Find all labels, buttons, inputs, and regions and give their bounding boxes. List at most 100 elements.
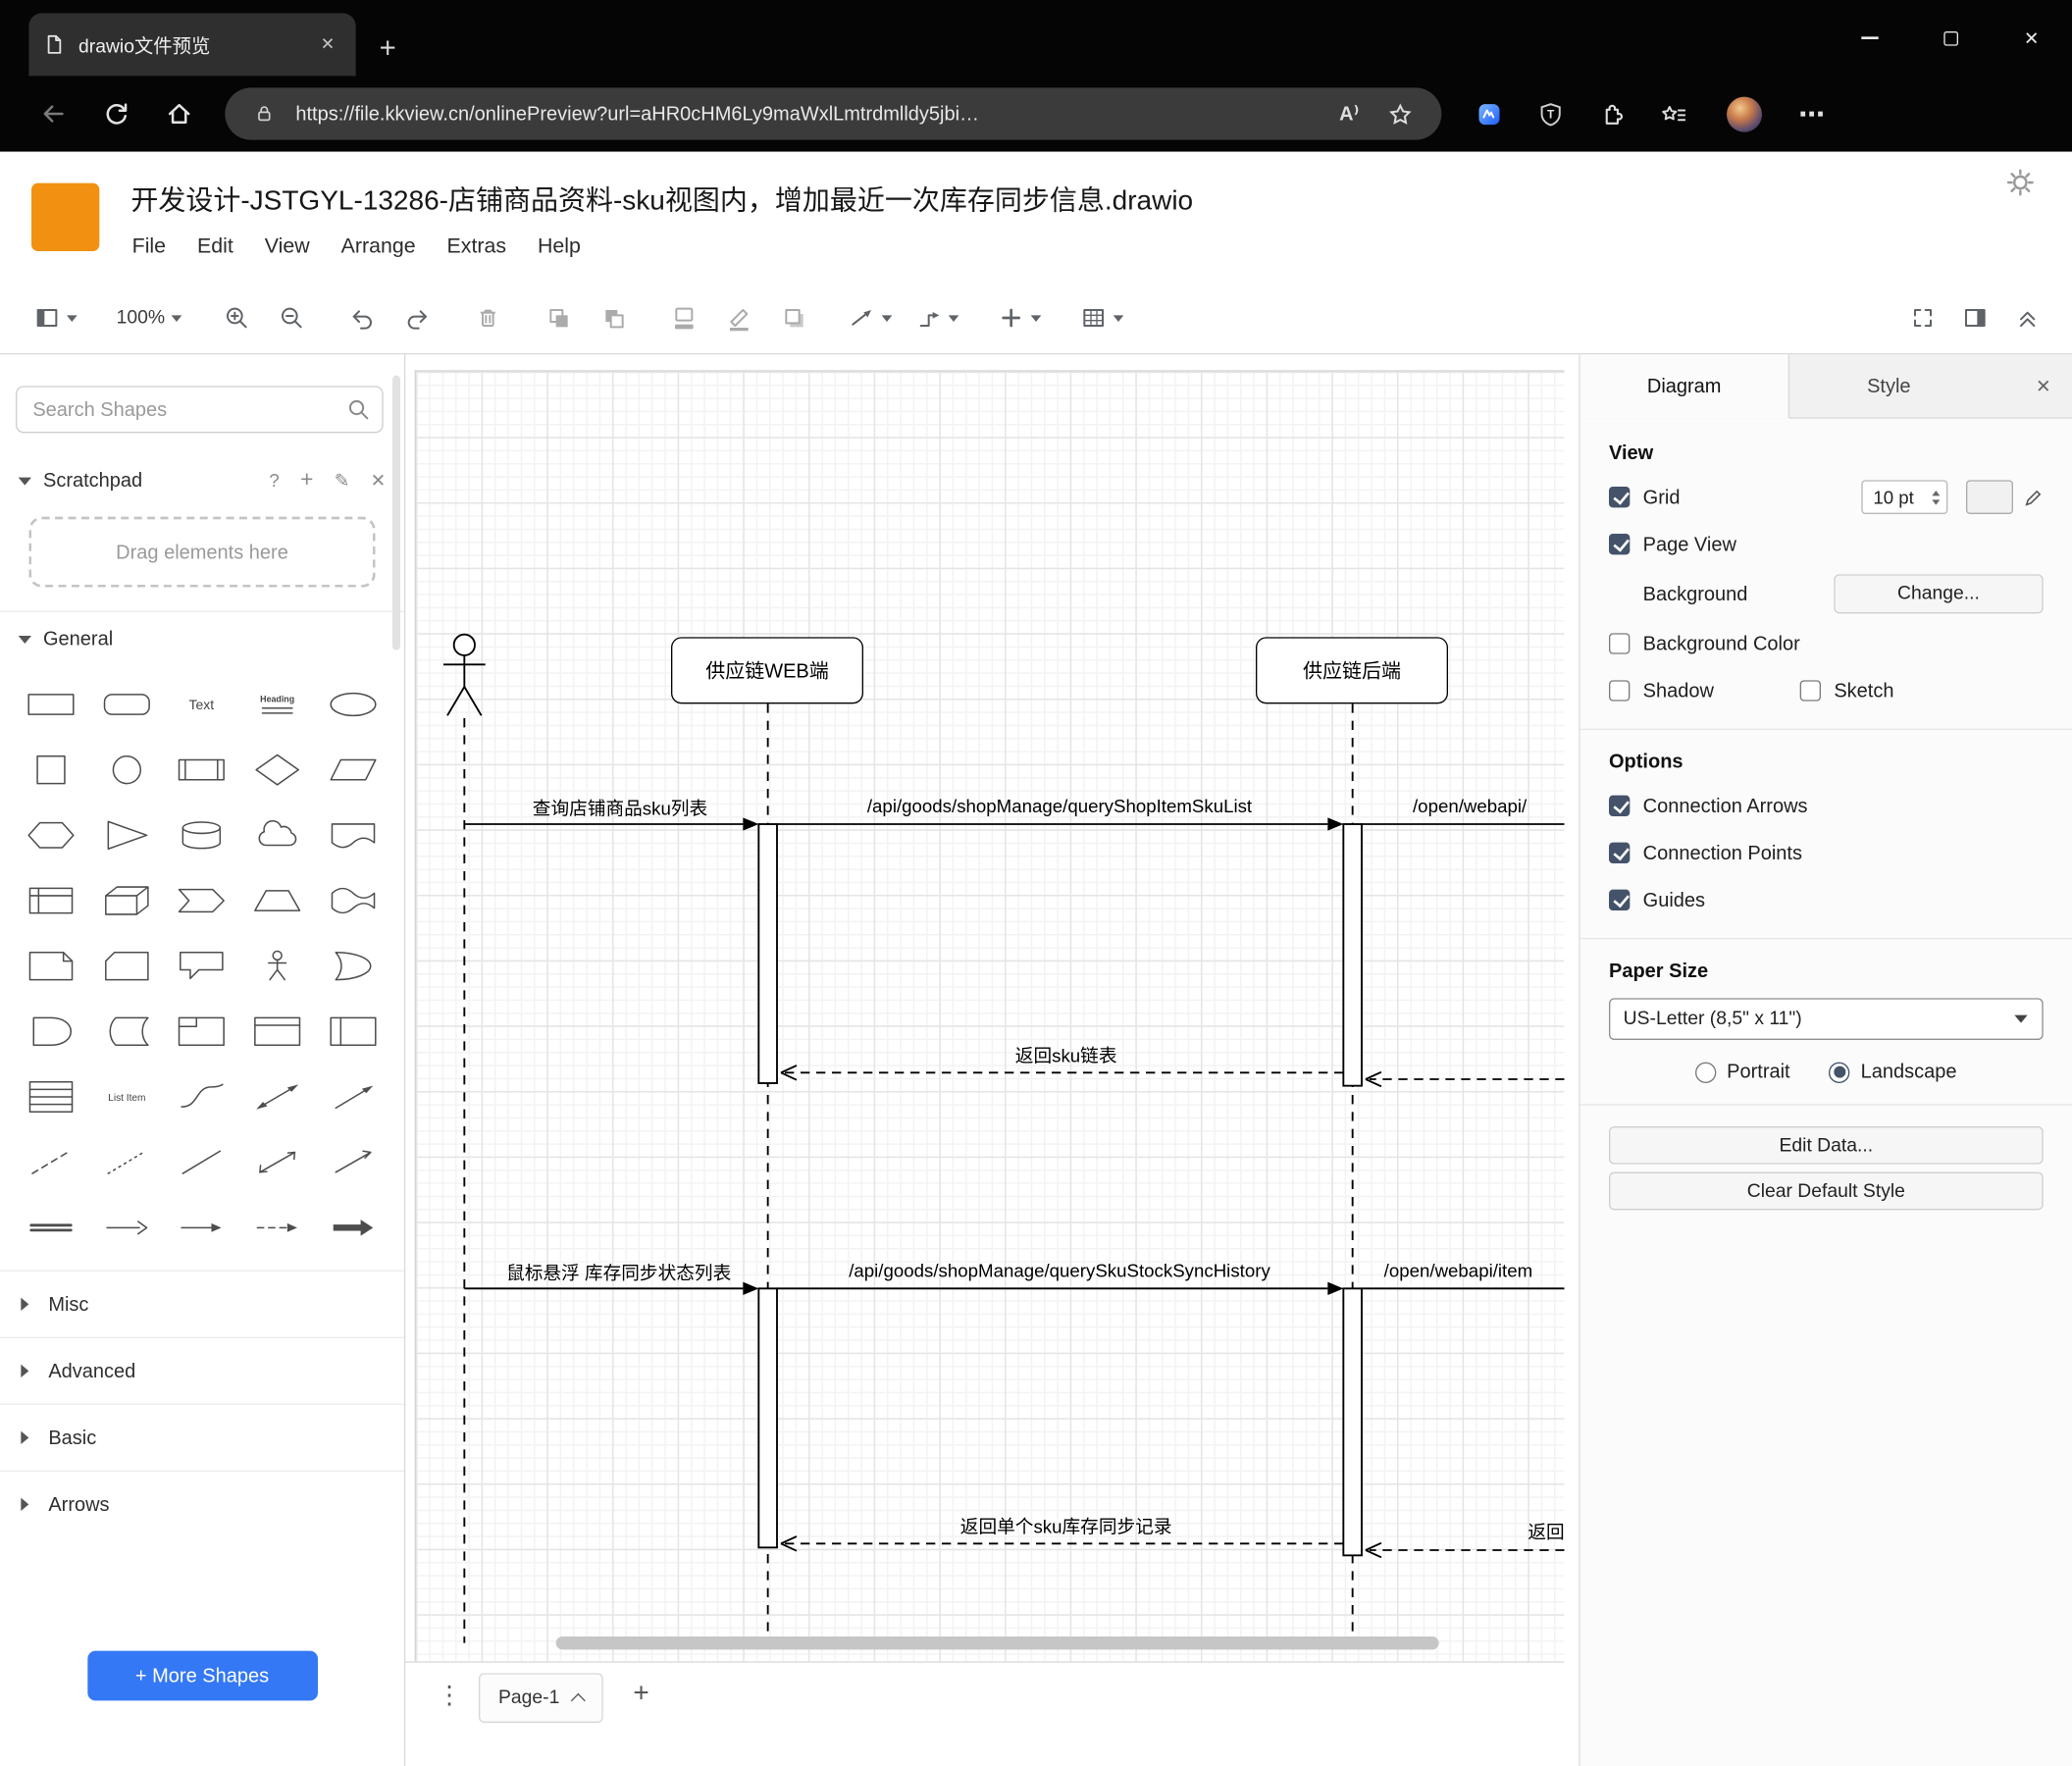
view-panels-button[interactable]: [34, 299, 78, 336]
message-label[interactable]: /open/webapi/item: [1384, 1260, 1533, 1280]
home-button[interactable]: [165, 99, 193, 128]
redo-button[interactable]: [401, 299, 433, 336]
window-close-button[interactable]: ✕: [1991, 0, 2072, 76]
shape-thin-arrow[interactable]: [164, 1194, 239, 1260]
scratchpad-edit-icon[interactable]: ✎: [335, 469, 350, 492]
shape-and[interactable]: [13, 998, 88, 1064]
scratchpad-add-icon[interactable]: +: [300, 467, 313, 493]
shape-square[interactable]: [13, 737, 88, 803]
scratchpad-help-icon[interactable]: ?: [269, 470, 279, 491]
tab-diagram[interactable]: Diagram: [1580, 354, 1789, 419]
shape-step[interactable]: [164, 867, 239, 933]
stepper-down-icon[interactable]: [1932, 498, 1941, 504]
shape-heading[interactable]: Heading: [240, 671, 316, 737]
shape-list-item[interactable]: List Item: [88, 1064, 164, 1129]
zoom-in-button[interactable]: [221, 299, 252, 336]
menu-edit[interactable]: Edit: [197, 235, 233, 259]
menu-file[interactable]: File: [132, 235, 166, 259]
shape-list[interactable]: [13, 1064, 88, 1129]
shape-dashed-line[interactable]: [13, 1129, 88, 1195]
background-color-checkbox[interactable]: [1608, 633, 1631, 654]
section-arrows[interactable]: Arrows: [0, 1470, 404, 1537]
shape-rounded-rectangle[interactable]: [88, 671, 164, 737]
shape-vertical-container[interactable]: [240, 998, 316, 1064]
shape-link[interactable]: [13, 1194, 88, 1260]
edit-data-button[interactable]: Edit Data...: [1608, 1125, 2044, 1165]
shape-rectangle[interactable]: [13, 671, 88, 737]
return-arrow-from-right-edge-2[interactable]: [1365, 1541, 1565, 1559]
participant-backend[interactable]: 供应链后端: [1255, 637, 1448, 704]
menu-arrange[interactable]: Arrange: [341, 235, 416, 259]
actor-figure[interactable]: [442, 633, 486, 716]
format-panel-close-icon[interactable]: ✕: [2036, 375, 2051, 397]
waypoint-style-button[interactable]: [915, 299, 959, 336]
message-label[interactable]: /api/goods/shopManage/queryShopItemSkuLi…: [867, 796, 1252, 816]
to-front-button[interactable]: [543, 299, 574, 336]
tab-close-icon[interactable]: ✕: [315, 34, 339, 55]
return-arrow-from-right-edge-1[interactable]: [1365, 1070, 1565, 1088]
search-shapes-input[interactable]: [15, 386, 384, 434]
background-change-button[interactable]: Change...: [1834, 574, 2044, 614]
delete-button[interactable]: [472, 299, 503, 336]
shape-diamond[interactable]: [240, 737, 316, 803]
shape-cloud[interactable]: [240, 802, 316, 867]
zoom-level-button[interactable]: 100%: [117, 299, 182, 336]
section-advanced[interactable]: Advanced: [0, 1336, 404, 1404]
shape-bidirectional-connector[interactable]: [240, 1129, 316, 1195]
shape-circle[interactable]: [88, 737, 164, 803]
shape-ellipse[interactable]: [316, 671, 391, 737]
message-label[interactable]: 返回sku链表: [1015, 1043, 1117, 1069]
window-maximize-button[interactable]: [1910, 0, 1992, 76]
connection-points-checkbox[interactable]: [1608, 842, 1631, 863]
message-label[interactable]: 查询店铺商品sku列表: [533, 796, 707, 822]
message-label[interactable]: 鼠标悬浮 库存同步状态列表: [506, 1260, 731, 1286]
shape-container[interactable]: [164, 998, 239, 1064]
more-shapes-button[interactable]: + More Shapes: [86, 1650, 318, 1701]
connection-arrows-checkbox[interactable]: [1608, 795, 1631, 816]
shape-curve[interactable]: [164, 1064, 239, 1129]
shape-data-storage[interactable]: [88, 998, 164, 1064]
shape-document[interactable]: [316, 802, 391, 867]
zoom-out-button[interactable]: [276, 299, 307, 336]
page-tab-1[interactable]: Page-1: [478, 1673, 603, 1723]
fullscreen-button[interactable]: [1907, 299, 1939, 336]
drawio-canvas[interactable]: 供应链WEB端 供应链后端 查询店铺商品sku列表 /api/goods/sho…: [405, 354, 1565, 1662]
new-tab-button[interactable]: +: [380, 33, 396, 63]
to-back-button[interactable]: [597, 299, 629, 336]
address-bar[interactable]: https://file.kkview.cn/onlinePreview?url…: [225, 87, 1442, 140]
collapse-toolbar-button[interactable]: [2012, 299, 2044, 336]
activation-bar[interactable]: [1342, 1287, 1363, 1557]
pages-menu-button[interactable]: ⋮: [429, 1676, 469, 1716]
shape-cube[interactable]: [88, 867, 164, 933]
tab-style[interactable]: Style: [1789, 354, 1989, 417]
insert-button[interactable]: [998, 299, 1042, 336]
scratchpad-dropzone[interactable]: Drag elements here: [28, 516, 376, 588]
favorite-star-icon[interactable]: [1388, 101, 1413, 126]
guides-checkbox[interactable]: [1608, 889, 1631, 910]
shape-callout[interactable]: [164, 933, 239, 999]
undo-button[interactable]: [346, 299, 378, 336]
section-basic[interactable]: Basic: [0, 1403, 404, 1471]
sidebar-scrollbar[interactable]: [391, 375, 400, 650]
extensions-button[interactable]: [1598, 100, 1626, 128]
shadow-button[interactable]: [778, 299, 809, 336]
scratchpad-close-icon[interactable]: ✕: [371, 469, 387, 492]
message-label[interactable]: /open/webapi/: [1413, 796, 1527, 816]
message-arrow-api-query-sku-stock-sync-history[interactable]: [776, 1281, 1344, 1295]
shape-internal-storage[interactable]: [13, 867, 88, 933]
shape-filled-arrow[interactable]: [316, 1194, 391, 1260]
activation-bar[interactable]: [1342, 823, 1363, 1087]
fill-color-button[interactable]: [668, 299, 699, 336]
window-minimize-button[interactable]: [1829, 0, 1910, 76]
back-button[interactable]: [39, 99, 68, 128]
search-icon[interactable]: [346, 397, 370, 421]
portrait-radio[interactable]: Portrait: [1695, 1061, 1790, 1083]
shape-process[interactable]: [164, 737, 239, 803]
activation-bar[interactable]: [757, 823, 778, 1084]
shadow-checkbox[interactable]: [1608, 680, 1631, 701]
shape-or[interactable]: [316, 933, 391, 999]
section-misc[interactable]: Misc: [0, 1270, 404, 1337]
shape-hexagon[interactable]: [13, 802, 88, 867]
add-page-button[interactable]: +: [623, 1676, 660, 1712]
menu-extras[interactable]: Extras: [447, 235, 506, 259]
